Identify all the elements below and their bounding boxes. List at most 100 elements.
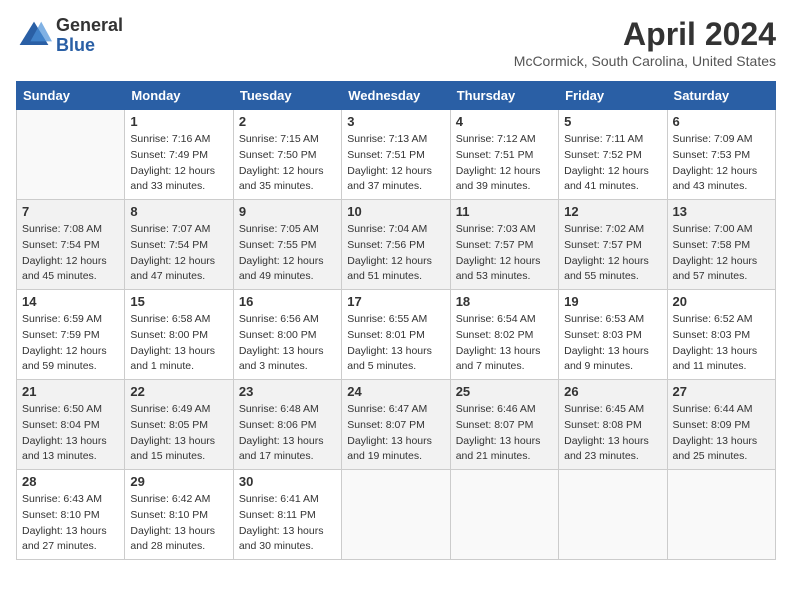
calendar-cell [342,470,450,560]
day-info: Sunrise: 6:49 AM Sunset: 8:05 PM Dayligh… [130,402,227,465]
calendar-cell: 24Sunrise: 6:47 AM Sunset: 8:07 PM Dayli… [342,380,450,470]
calendar-week-row: 1 Sunrise: 7:16 AM Sunset: 7:49 PM Daylig… [17,110,776,200]
day-number: 2 [239,114,336,129]
location: McCormick, South Carolina, United States [514,53,776,69]
calendar-cell: 22 Sunrise: 6:49 AM Sunset: 8:05 PM Dayli… [125,380,233,470]
day-info: Sunrise: 6:58 AM Sunset: 8:00 PM Dayligh… [130,312,227,375]
calendar-week-row: 7 Sunrise: 7:08 AM Sunset: 7:54 PM Daylig… [17,200,776,290]
day-number: 15 [130,294,227,309]
calendar-cell [17,110,125,200]
day-info: Sunrise: 6:47 AM Sunset: 8:07 PM Dayligh… [347,402,444,465]
calendar-cell: 11 Sunrise: 7:03 AM Sunset: 7:57 PM Dayli… [450,200,558,290]
day-header-monday: Monday [125,82,233,110]
calendar-week-row: 21 Sunrise: 6:50 AM Sunset: 8:04 PM Dayli… [17,380,776,470]
calendar-cell: 27 Sunrise: 6:44 AM Sunset: 8:09 PM Dayli… [667,380,775,470]
day-info: Sunrise: 7:04 AM Sunset: 7:56 PM Dayligh… [347,222,444,285]
calendar-table: SundayMondayTuesdayWednesdayThursdayFrid… [16,81,776,560]
calendar-cell: 17 Sunrise: 6:55 AM Sunset: 8:01 PM Dayli… [342,290,450,380]
calendar-header-row: SundayMondayTuesdayWednesdayThursdayFrid… [17,82,776,110]
day-info: Sunrise: 6:46 AM Sunset: 8:07 PM Dayligh… [456,402,553,465]
day-number: 7 [22,204,119,219]
calendar-cell: 2 Sunrise: 7:15 AM Sunset: 7:50 PM Daylig… [233,110,341,200]
calendar-cell: 30 Sunrise: 6:41 AM Sunset: 8:11 PM Dayli… [233,470,341,560]
day-info: Sunrise: 6:59 AM Sunset: 7:59 PM Dayligh… [22,312,119,375]
day-number: 13 [673,204,770,219]
day-number: 14 [22,294,119,309]
calendar-cell: 1 Sunrise: 7:16 AM Sunset: 7:49 PM Daylig… [125,110,233,200]
calendar-cell: 28Sunrise: 6:43 AM Sunset: 8:10 PM Dayli… [17,470,125,560]
day-number: 22 [130,384,227,399]
calendar-cell: 5 Sunrise: 7:11 AM Sunset: 7:52 PM Daylig… [559,110,667,200]
calendar-cell: 21 Sunrise: 6:50 AM Sunset: 8:04 PM Dayli… [17,380,125,470]
day-header-saturday: Saturday [667,82,775,110]
day-number: 21 [22,384,119,399]
day-header-wednesday: Wednesday [342,82,450,110]
day-info: Sunrise: 6:41 AM Sunset: 8:11 PM Dayligh… [239,492,336,555]
day-number: 28 [22,474,119,489]
day-number: 10 [347,204,444,219]
day-info: Sunrise: 7:12 AM Sunset: 7:51 PM Dayligh… [456,132,553,195]
day-number: 6 [673,114,770,129]
calendar-cell: 10 Sunrise: 7:04 AM Sunset: 7:56 PM Dayli… [342,200,450,290]
day-info: Sunrise: 7:13 AM Sunset: 7:51 PM Dayligh… [347,132,444,195]
day-info: Sunrise: 6:44 AM Sunset: 8:09 PM Dayligh… [673,402,770,465]
calendar-cell: 25 Sunrise: 6:46 AM Sunset: 8:07 PM Dayli… [450,380,558,470]
day-header-friday: Friday [559,82,667,110]
calendar-cell: 4Sunrise: 7:12 AM Sunset: 7:51 PM Daylig… [450,110,558,200]
day-number: 27 [673,384,770,399]
logo-general: General [56,16,123,36]
calendar-cell: 3 Sunrise: 7:13 AM Sunset: 7:51 PM Daylig… [342,110,450,200]
day-info: Sunrise: 6:45 AM Sunset: 8:08 PM Dayligh… [564,402,661,465]
day-info: Sunrise: 7:00 AM Sunset: 7:58 PM Dayligh… [673,222,770,285]
calendar-week-row: 14 Sunrise: 6:59 AM Sunset: 7:59 PM Dayli… [17,290,776,380]
day-header-tuesday: Tuesday [233,82,341,110]
logo-blue: Blue [56,36,123,56]
day-number: 11 [456,204,553,219]
day-number: 5 [564,114,661,129]
day-info: Sunrise: 7:03 AM Sunset: 7:57 PM Dayligh… [456,222,553,285]
day-header-thursday: Thursday [450,82,558,110]
title-block: April 2024 McCormick, South Carolina, Un… [514,16,776,69]
calendar-cell: 26 Sunrise: 6:45 AM Sunset: 8:08 PM Dayli… [559,380,667,470]
day-info: Sunrise: 7:15 AM Sunset: 7:50 PM Dayligh… [239,132,336,195]
day-number: 16 [239,294,336,309]
logo: General Blue [16,16,123,56]
calendar-cell: 12Sunrise: 7:02 AM Sunset: 7:57 PM Dayli… [559,200,667,290]
day-info: Sunrise: 6:48 AM Sunset: 8:06 PM Dayligh… [239,402,336,465]
calendar-cell: 18Sunrise: 6:54 AM Sunset: 8:02 PM Dayli… [450,290,558,380]
calendar-cell: 20Sunrise: 6:52 AM Sunset: 8:03 PM Dayli… [667,290,775,380]
calendar-cell: 19Sunrise: 6:53 AM Sunset: 8:03 PM Dayli… [559,290,667,380]
day-info: Sunrise: 7:11 AM Sunset: 7:52 PM Dayligh… [564,132,661,195]
day-info: Sunrise: 6:54 AM Sunset: 8:02 PM Dayligh… [456,312,553,375]
calendar-cell: 15 Sunrise: 6:58 AM Sunset: 8:00 PM Dayli… [125,290,233,380]
day-info: Sunrise: 6:53 AM Sunset: 8:03 PM Dayligh… [564,312,661,375]
day-info: Sunrise: 7:08 AM Sunset: 7:54 PM Dayligh… [22,222,119,285]
day-number: 23 [239,384,336,399]
day-number: 29 [130,474,227,489]
day-info: Sunrise: 6:50 AM Sunset: 8:04 PM Dayligh… [22,402,119,465]
day-number: 25 [456,384,553,399]
calendar-cell: 7 Sunrise: 7:08 AM Sunset: 7:54 PM Daylig… [17,200,125,290]
day-number: 9 [239,204,336,219]
calendar-cell: 6 Sunrise: 7:09 AM Sunset: 7:53 PM Daylig… [667,110,775,200]
day-info: Sunrise: 7:16 AM Sunset: 7:49 PM Dayligh… [130,132,227,195]
day-number: 8 [130,204,227,219]
calendar-cell [450,470,558,560]
calendar-week-row: 28Sunrise: 6:43 AM Sunset: 8:10 PM Dayli… [17,470,776,560]
day-info: Sunrise: 7:05 AM Sunset: 7:55 PM Dayligh… [239,222,336,285]
day-info: Sunrise: 7:09 AM Sunset: 7:53 PM Dayligh… [673,132,770,195]
calendar-cell [559,470,667,560]
day-number: 1 [130,114,227,129]
day-number: 12 [564,204,661,219]
page-header: General Blue April 2024 McCormick, South… [16,16,776,69]
day-info: Sunrise: 6:52 AM Sunset: 8:03 PM Dayligh… [673,312,770,375]
calendar-cell: 14 Sunrise: 6:59 AM Sunset: 7:59 PM Dayli… [17,290,125,380]
day-header-sunday: Sunday [17,82,125,110]
calendar-cell: 29Sunrise: 6:42 AM Sunset: 8:10 PM Dayli… [125,470,233,560]
day-number: 17 [347,294,444,309]
day-number: 3 [347,114,444,129]
calendar-cell: 9 Sunrise: 7:05 AM Sunset: 7:55 PM Daylig… [233,200,341,290]
day-number: 26 [564,384,661,399]
day-number: 30 [239,474,336,489]
day-info: Sunrise: 6:55 AM Sunset: 8:01 PM Dayligh… [347,312,444,375]
